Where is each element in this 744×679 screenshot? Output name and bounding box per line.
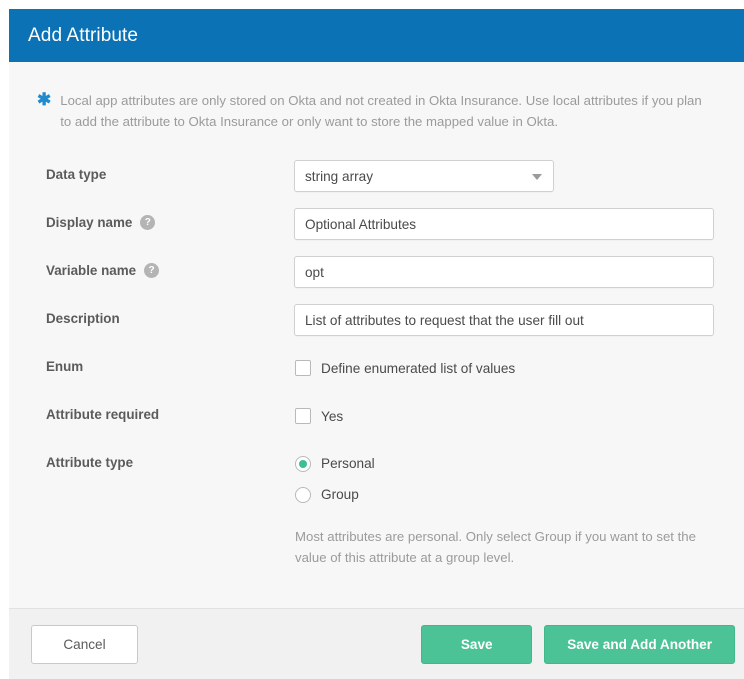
- attribute-type-label-text: Attribute type: [46, 455, 133, 470]
- form-row-attribute-required: Attribute required Yes: [31, 398, 722, 446]
- personal-radio-label[interactable]: Personal: [321, 456, 375, 471]
- variable-name-control: [294, 254, 722, 288]
- variable-name-input[interactable]: [294, 256, 714, 288]
- description-label-text: Description: [46, 311, 120, 326]
- attribute-required-label-text: Attribute required: [46, 407, 159, 422]
- add-attribute-dialog: Add Attribute ✱ Local app attributes are…: [9, 9, 744, 679]
- personal-radio[interactable]: [295, 456, 311, 472]
- display-name-label-text: Display name: [46, 215, 132, 230]
- info-note: ✱ Local app attributes are only stored o…: [31, 90, 722, 132]
- display-name-input[interactable]: [294, 208, 714, 240]
- description-input[interactable]: [294, 304, 714, 336]
- help-icon[interactable]: ?: [140, 215, 155, 230]
- display-name-control: [294, 206, 722, 240]
- data-type-selected-value: string array: [305, 169, 373, 184]
- radio-option-group[interactable]: Group: [294, 479, 722, 510]
- form-row-attribute-type: Attribute type Personal Group Most attri…: [31, 446, 722, 568]
- data-type-label: Data type: [31, 158, 294, 182]
- description-label: Description: [31, 302, 294, 326]
- description-control: [294, 302, 722, 336]
- dialog-body: ✱ Local app attributes are only stored o…: [9, 62, 744, 608]
- attribute-required-checkbox-label[interactable]: Yes: [321, 409, 343, 424]
- variable-name-label-text: Variable name: [46, 263, 136, 278]
- help-icon[interactable]: ?: [144, 263, 159, 278]
- data-type-label-text: Data type: [46, 167, 106, 182]
- form-row-display-name: Display name ?: [31, 206, 722, 254]
- asterisk-icon: ✱: [37, 90, 51, 108]
- attribute-required-checkbox-row[interactable]: Yes: [294, 400, 722, 432]
- attribute-type-hint: Most attributes are personal. Only selec…: [294, 526, 709, 568]
- form-row-variable-name: Variable name ?: [31, 254, 722, 302]
- attribute-required-control: Yes: [294, 398, 722, 432]
- attribute-type-label: Attribute type: [31, 446, 294, 470]
- attribute-required-checkbox[interactable]: [295, 408, 311, 424]
- group-radio-label[interactable]: Group: [321, 487, 359, 502]
- dialog-header: Add Attribute: [9, 9, 744, 62]
- enum-label-text: Enum: [46, 359, 83, 374]
- variable-name-label: Variable name ?: [31, 254, 294, 278]
- save-and-add-another-button[interactable]: Save and Add Another: [544, 625, 735, 664]
- radio-option-personal[interactable]: Personal: [294, 448, 722, 479]
- data-type-control: string array: [294, 158, 722, 192]
- enum-control: Define enumerated list of values: [294, 350, 722, 384]
- save-button[interactable]: Save: [421, 625, 532, 664]
- form-row-data-type: Data type string array: [31, 158, 722, 206]
- form-row-description: Description: [31, 302, 722, 350]
- chevron-down-icon: [532, 174, 542, 180]
- display-name-label: Display name ?: [31, 206, 294, 230]
- cancel-button[interactable]: Cancel: [31, 625, 138, 664]
- enum-checkbox-row[interactable]: Define enumerated list of values: [294, 352, 722, 384]
- data-type-select[interactable]: string array: [294, 160, 554, 192]
- attribute-required-label: Attribute required: [31, 398, 294, 422]
- dialog-footer: Cancel Save Save and Add Another: [9, 608, 744, 679]
- group-radio[interactable]: [295, 487, 311, 503]
- info-note-text: Local app attributes are only stored on …: [60, 90, 713, 132]
- form-row-enum: Enum Define enumerated list of values: [31, 350, 722, 398]
- enum-checkbox-label[interactable]: Define enumerated list of values: [321, 361, 515, 376]
- enum-checkbox[interactable]: [295, 360, 311, 376]
- attribute-type-control: Personal Group Most attributes are perso…: [294, 446, 722, 568]
- dialog-title: Add Attribute: [28, 25, 138, 47]
- enum-label: Enum: [31, 350, 294, 374]
